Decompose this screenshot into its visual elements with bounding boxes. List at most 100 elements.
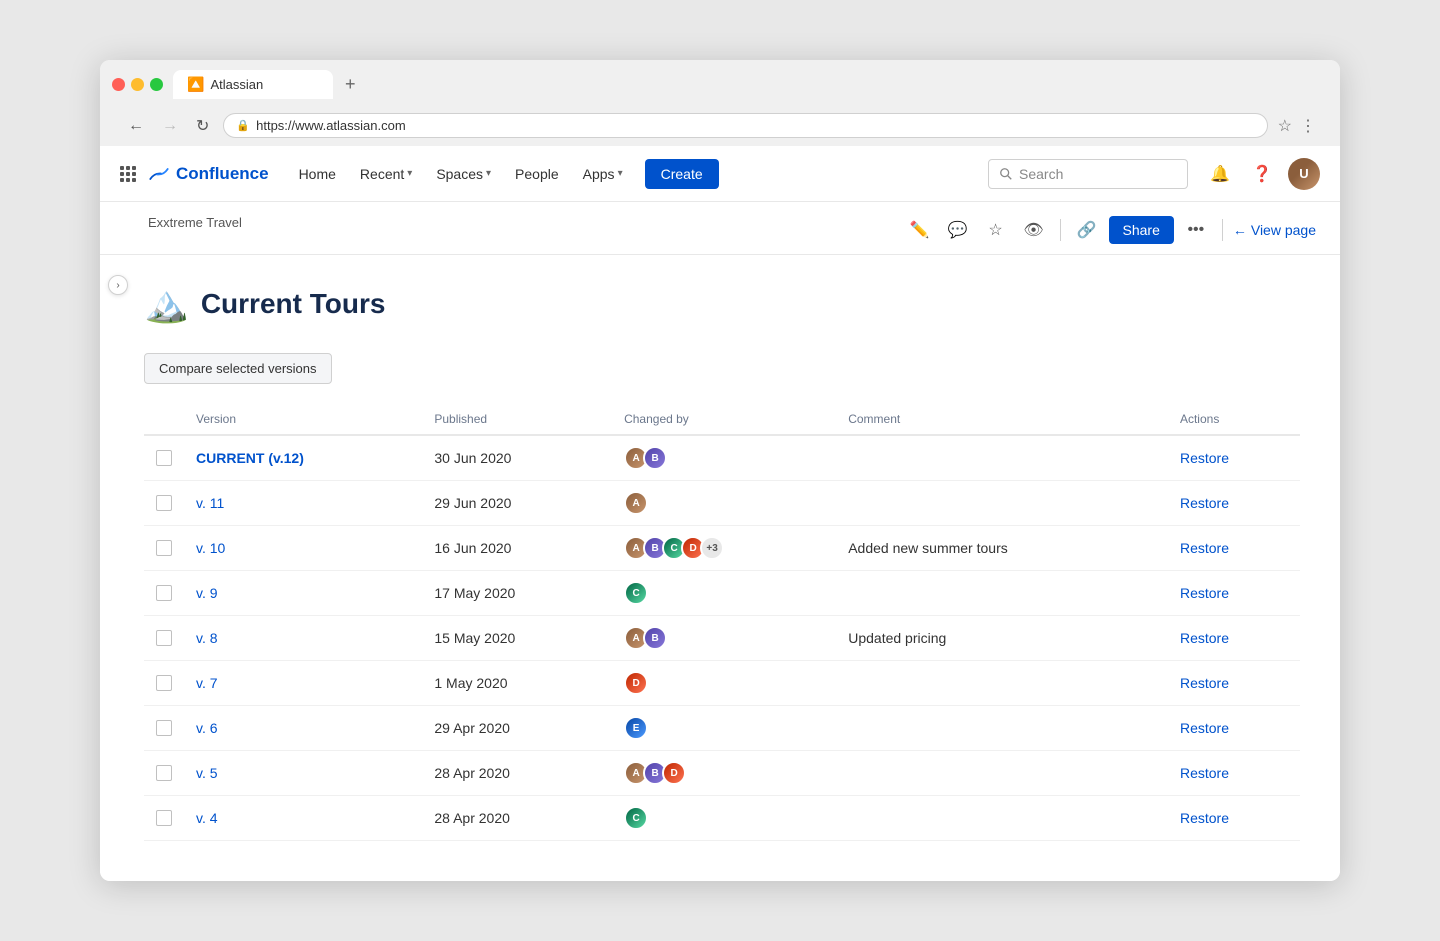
version-link[interactable]: v. 11 xyxy=(196,495,224,511)
col-changed-by: Changed by xyxy=(612,404,836,435)
forward-button[interactable]: → xyxy=(158,115,182,137)
comment-text xyxy=(836,751,1168,796)
create-button[interactable]: Create xyxy=(645,159,719,189)
recent-chevron: ▾ xyxy=(407,168,412,179)
table-row: v. 528 Apr 2020ABDRestore xyxy=(144,751,1300,796)
nav-recent[interactable]: Recent ▾ xyxy=(350,160,422,188)
version-link[interactable]: v. 5 xyxy=(196,765,218,781)
version-link[interactable]: v. 9 xyxy=(196,585,218,601)
share-button[interactable]: Share xyxy=(1109,216,1174,244)
user-avatar[interactable]: U xyxy=(1288,158,1320,190)
user-avatar[interactable]: B xyxy=(643,626,667,650)
table-row: v. 1016 Jun 2020ABCD+3Added new summer t… xyxy=(144,526,1300,571)
row-checkbox[interactable] xyxy=(156,675,172,691)
help-button[interactable]: ❓ xyxy=(1246,158,1278,190)
user-avatar[interactable]: E xyxy=(624,716,648,740)
version-link[interactable]: v. 4 xyxy=(196,810,218,826)
changed-by: ABD xyxy=(612,751,836,796)
star-button[interactable]: ☆ xyxy=(980,214,1012,246)
back-button[interactable]: ← xyxy=(124,115,148,137)
nav-apps[interactable]: Apps ▾ xyxy=(573,160,633,188)
search-area: Search xyxy=(723,159,1188,189)
changed-by: AB xyxy=(612,435,836,481)
row-checkbox[interactable] xyxy=(156,540,172,556)
col-published: Published xyxy=(422,404,612,435)
user-avatar[interactable]: A xyxy=(624,491,648,515)
breadcrumb-link[interactable]: Exxtreme Travel xyxy=(148,215,242,230)
restore-button[interactable]: Restore xyxy=(1180,675,1229,691)
published-date: 29 Jun 2020 xyxy=(422,481,612,526)
address-bar[interactable]: 🔒 https://www.atlassian.com xyxy=(223,113,1267,138)
restore-button[interactable]: Restore xyxy=(1180,450,1229,466)
table-row: CURRENT (v.12)30 Jun 2020ABRestore xyxy=(144,435,1300,481)
version-link[interactable]: v. 8 xyxy=(196,630,218,646)
nav-people[interactable]: People xyxy=(505,160,569,188)
menu-icon[interactable]: ⋮ xyxy=(1300,116,1316,136)
user-avatar[interactable]: C xyxy=(624,581,648,605)
published-date: 29 Apr 2020 xyxy=(422,706,612,751)
user-avatar[interactable]: D xyxy=(662,761,686,785)
close-btn[interactable] xyxy=(112,78,125,91)
traffic-lights xyxy=(112,78,163,91)
copy-button[interactable]: 🔗 xyxy=(1071,214,1103,246)
published-date: 1 May 2020 xyxy=(422,661,612,706)
comment-text xyxy=(836,481,1168,526)
changed-by: AB xyxy=(612,616,836,661)
confluence-logo[interactable]: Confluence xyxy=(148,163,269,185)
edit-button[interactable]: ✏️ xyxy=(904,214,936,246)
action-separator xyxy=(1060,219,1061,241)
new-tab-button[interactable]: + xyxy=(341,74,360,95)
notification-button[interactable]: 🔔 xyxy=(1204,158,1236,190)
view-page-link[interactable]: ← View page xyxy=(1233,222,1316,238)
published-date: 15 May 2020 xyxy=(422,616,612,661)
user-avatar[interactable]: B xyxy=(643,446,667,470)
changed-by: ABCD+3 xyxy=(612,526,836,571)
sidebar-toggle-button[interactable]: › xyxy=(108,275,128,295)
published-date: 17 May 2020 xyxy=(422,571,612,616)
grid-icon[interactable] xyxy=(120,166,136,182)
row-checkbox[interactable] xyxy=(156,810,172,826)
search-box[interactable]: Search xyxy=(988,159,1188,189)
restore-button[interactable]: Restore xyxy=(1180,585,1229,601)
row-checkbox[interactable] xyxy=(156,495,172,511)
reload-button[interactable]: ↻ xyxy=(192,114,213,138)
restore-button[interactable]: Restore xyxy=(1180,765,1229,781)
user-avatar[interactable]: D xyxy=(624,671,648,695)
avatar-count: +3 xyxy=(700,536,724,560)
col-version: Version xyxy=(184,404,422,435)
restore-button[interactable]: Restore xyxy=(1180,540,1229,556)
table-row: v. 7 1 May 2020 D Restore xyxy=(144,661,1300,706)
user-avatar[interactable]: C xyxy=(624,806,648,830)
version-link[interactable]: v. 10 xyxy=(196,540,225,556)
nav-spaces[interactable]: Spaces ▾ xyxy=(426,160,501,188)
version-link[interactable]: v. 7 xyxy=(196,675,218,691)
row-checkbox[interactable] xyxy=(156,450,172,466)
more-button[interactable]: ••• xyxy=(1180,214,1212,246)
restore-button[interactable]: Restore xyxy=(1180,810,1229,826)
changed-by: E xyxy=(612,706,836,751)
restore-button[interactable]: Restore xyxy=(1180,495,1229,511)
comment-button[interactable]: 💬 xyxy=(942,214,974,246)
minimize-btn[interactable] xyxy=(131,78,144,91)
version-link[interactable]: v. 6 xyxy=(196,720,218,736)
nav-home[interactable]: Home xyxy=(289,160,346,188)
row-checkbox[interactable] xyxy=(156,720,172,736)
row-checkbox[interactable] xyxy=(156,630,172,646)
maximize-btn[interactable] xyxy=(150,78,163,91)
watch-button[interactable]: 👁 xyxy=(1018,214,1050,246)
version-link[interactable]: CURRENT (v.12) xyxy=(196,450,304,466)
browser-tab[interactable]: 🔼 Atlassian xyxy=(173,70,333,99)
logo-text: Confluence xyxy=(176,164,269,184)
row-checkbox[interactable] xyxy=(156,765,172,781)
nav-links: Home Recent ▾ Spaces ▾ People Apps ▾ Cre… xyxy=(289,159,719,189)
compare-versions-button[interactable]: Compare selected versions xyxy=(144,353,332,384)
restore-button[interactable]: Restore xyxy=(1180,630,1229,646)
table-row: v. 428 Apr 2020CRestore xyxy=(144,796,1300,841)
lock-icon: 🔒 xyxy=(236,119,250,132)
table-row: v. 815 May 2020ABUpdated pricingRestore xyxy=(144,616,1300,661)
comment-text xyxy=(836,661,1168,706)
tab-favicon: 🔼 xyxy=(187,76,204,93)
restore-button[interactable]: Restore xyxy=(1180,720,1229,736)
bookmark-icon[interactable]: ☆ xyxy=(1278,116,1292,136)
row-checkbox[interactable] xyxy=(156,585,172,601)
